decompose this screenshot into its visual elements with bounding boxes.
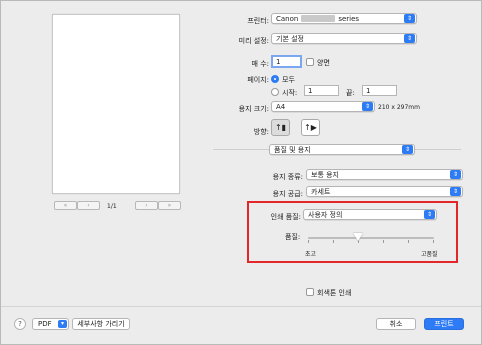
last-page-icon: » — [167, 202, 172, 209]
presets-popup[interactable]: 기본 설정 ⇕ — [271, 33, 417, 44]
media-type-value: 보통 용지 — [311, 170, 339, 179]
presets-value: 기본 설정 — [276, 34, 304, 43]
media-type-popup[interactable]: 보통 용지 ⇕ — [306, 169, 463, 180]
popup-arrow-icon: ⇕ — [450, 170, 461, 179]
print-button[interactable]: 프린트 — [424, 318, 464, 330]
first-page-icon: « — [63, 202, 68, 209]
paper-source-label: 용지 공급: — [272, 190, 303, 198]
section-value: 품질 및 용지 — [274, 145, 311, 154]
popup-arrow-icon: ⇕ — [362, 102, 373, 111]
popup-arrow-icon: ⇕ — [404, 14, 415, 23]
pdf-menu-button[interactable]: PDF ▾ — [32, 318, 69, 330]
slider-tick — [308, 240, 309, 243]
pages-from-label: 시작: — [282, 89, 298, 97]
pages-all-radio[interactable] — [271, 75, 279, 83]
quality-slider-ticks — [308, 240, 434, 243]
quality-min-label: 초고 — [305, 251, 317, 258]
next-page-icon: › — [145, 202, 148, 209]
section-popup[interactable]: 품질 및 용지 ⇕ — [269, 144, 415, 155]
copies-label: 매 수: — [251, 60, 269, 68]
popup-arrow-icon: ⇕ — [450, 187, 461, 196]
grayscale-checkbox[interactable] — [306, 288, 314, 296]
first-page-button[interactable]: « — [54, 201, 77, 210]
quality-label: 품질: — [285, 233, 301, 241]
pages-range-radio[interactable] — [271, 88, 279, 96]
last-page-button[interactable]: » — [158, 201, 181, 210]
slider-tick — [408, 240, 409, 243]
help-icon: ? — [18, 320, 22, 328]
print-quality-popup[interactable]: 사용자 정의 ⇕ — [303, 209, 437, 220]
printer-popup[interactable]: Canon series ⇕ — [271, 13, 417, 24]
printer-value: Canon series — [276, 14, 360, 23]
paper-size-value: A4 — [276, 102, 286, 111]
print-preview — [52, 14, 180, 194]
grayscale-label: 회색톤 인쇄 — [317, 289, 352, 297]
duplex-checkbox[interactable] — [306, 58, 314, 66]
pages-label: 페이지: — [247, 76, 269, 84]
copies-field[interactable]: 1 — [271, 55, 302, 68]
chevron-down-icon: ▾ — [58, 320, 67, 328]
quality-max-label: 고품질 — [421, 251, 438, 258]
hide-details-button[interactable]: 세부사항 가리기 — [72, 318, 130, 330]
footer-separator — [1, 306, 481, 307]
cancel-button[interactable]: 취소 — [376, 318, 416, 330]
quality-slider-knob[interactable] — [353, 233, 364, 241]
slider-tick — [333, 240, 334, 243]
portrait-icon: ↑▮ — [274, 123, 287, 132]
paper-source-value: 카세트 — [311, 187, 331, 196]
paper-dimensions: 210 x 297mm — [378, 104, 420, 111]
slider-tick — [433, 240, 434, 243]
redacted-printer-name — [301, 15, 336, 22]
landscape-button[interactable]: ↑▶ — [301, 119, 320, 136]
orientation-label: 방향: — [253, 128, 269, 136]
prev-page-icon: ‹ — [87, 202, 90, 209]
media-type-label: 용지 종류: — [272, 173, 303, 181]
pages-to-field[interactable]: 1 — [362, 85, 397, 96]
paper-source-popup[interactable]: 카세트 ⇕ — [306, 186, 463, 197]
paper-size-label: 용지 크기: — [238, 105, 269, 113]
popup-arrow-icon: ⇕ — [402, 145, 413, 154]
slider-tick — [383, 240, 384, 243]
print-quality-value: 사용자 정의 — [308, 210, 343, 219]
help-button[interactable]: ? — [14, 318, 26, 330]
pages-from-field[interactable]: 1 — [304, 85, 339, 96]
paper-size-popup[interactable]: A4 ⇕ — [271, 101, 375, 112]
duplex-label: 양면 — [317, 59, 330, 67]
landscape-icon: ↑▶ — [304, 123, 317, 132]
printer-label: 프린터: — [247, 17, 269, 25]
portrait-button[interactable]: ↑▮ — [271, 119, 290, 136]
pages-to-label: 끝: — [346, 89, 355, 97]
prev-page-button[interactable]: ‹ — [77, 201, 100, 210]
quality-slider-track[interactable] — [308, 237, 434, 239]
popup-arrow-icon: ⇕ — [424, 210, 435, 219]
print-dialog: « ‹ 1/1 › » 프린터: Canon series ⇕ 미리 설정: 기본… — [0, 0, 482, 345]
next-page-button[interactable]: › — [135, 201, 158, 210]
page-indicator: 1/1 — [107, 203, 117, 210]
popup-arrow-icon: ⇕ — [404, 34, 415, 43]
pdf-label: PDF — [38, 320, 52, 328]
print-quality-label: 인쇄 품질: — [270, 213, 301, 221]
pages-all-label: 모두 — [282, 76, 295, 84]
presets-label: 미리 설정: — [238, 37, 269, 45]
